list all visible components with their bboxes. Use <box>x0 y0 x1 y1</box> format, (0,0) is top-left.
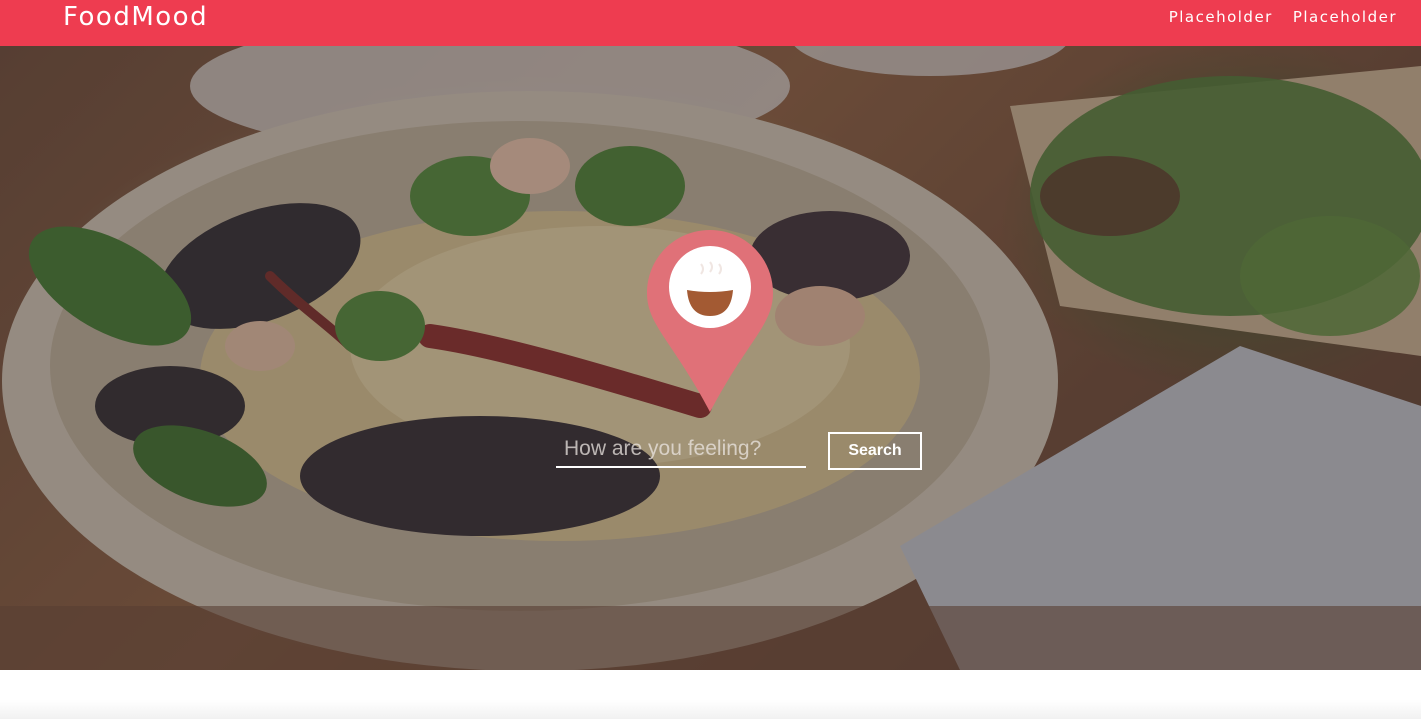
mood-search-input[interactable] <box>556 432 806 468</box>
hero-section: Search <box>0 46 1421 670</box>
nav-link-placeholder-2[interactable]: Placeholder <box>1293 8 1397 26</box>
nav-link-placeholder-1[interactable]: Placeholder <box>1169 8 1273 26</box>
top-navbar: FoodMood Placeholder Placeholder <box>0 0 1421 46</box>
search-button[interactable]: Search <box>828 432 922 470</box>
map-pin-smiling-bowl-icon <box>647 230 773 417</box>
nav-links: Placeholder Placeholder <box>1169 8 1397 26</box>
search-bar: Search <box>556 432 936 472</box>
content-section-edge <box>0 700 1421 719</box>
brand-logo-link[interactable]: FoodMood <box>63 2 208 32</box>
